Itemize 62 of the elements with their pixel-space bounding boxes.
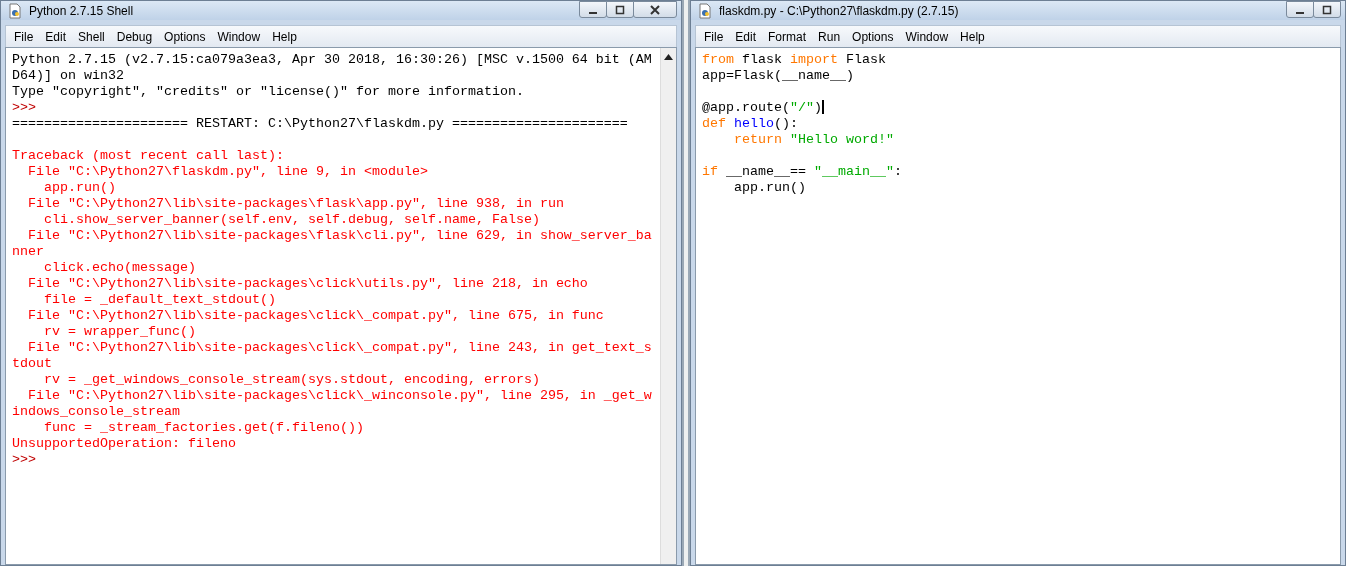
console-line: cli.show_server_banner(self.env, self.debug, self.name, False): [43, 212, 541, 228]
menu-item[interactable]: Edit: [729, 29, 763, 44]
close-icon: [650, 4, 660, 15]
code-line: return "Hello word!": [733, 132, 895, 148]
console-line: File "C:\Python27\lib\site-packages\flask\cli.py", line 629, in show_server_ba: [27, 228, 653, 244]
menu-item[interactable]: Shell: [72, 29, 111, 44]
console-line: file = _default_text_stdout(): [43, 292, 277, 308]
code-line: app=Flask(__name__): [702, 68, 855, 84]
window-title: flaskdm.py - C:\Python27\flaskdm.py (2.7.15): [719, 3, 959, 18]
menu-item[interactable]: Run: [812, 29, 847, 44]
menu-item[interactable]: Format: [762, 29, 813, 44]
python-file-icon: [697, 2, 713, 19]
maximize-icon: [615, 4, 625, 15]
console-line: click.echo(message): [43, 260, 197, 276]
console-line: tdout: [12, 356, 53, 372]
menu-item[interactable]: Edit: [39, 29, 73, 44]
menu-item[interactable]: Help: [266, 29, 303, 44]
console-line: File "C:\Python27\lib\site-packages\flask\app.py", line 938, in run: [27, 196, 565, 212]
console-line: File "C:\Python27\lib\site-packages\click\utils.py", line 218, in echo: [27, 276, 589, 292]
minimize-icon: [589, 11, 597, 14]
menu-item[interactable]: File: [698, 29, 730, 44]
console-line: func = _stream_factories.get(f.fileno()): [43, 420, 365, 436]
code-line: app.run(): [733, 180, 807, 196]
maximize-icon: [1322, 4, 1332, 15]
console-line: Traceback (most recent call last):: [12, 148, 285, 164]
minimize-icon: [1296, 11, 1304, 14]
python-file-icon: [7, 2, 23, 19]
console-line: ====================== RESTART: C:\Python27\flaskdm.py ======================: [12, 116, 629, 132]
maximize-button[interactable]: [606, 1, 634, 18]
console-line: rv = wrapper_func(): [43, 324, 197, 340]
minimize-button[interactable]: [1286, 1, 1314, 18]
menu-item[interactable]: Window: [211, 29, 267, 44]
window-title: Python 2.7.15 Shell: [29, 3, 134, 18]
menu-item[interactable]: File: [8, 29, 40, 44]
scrollbar[interactable]: [660, 48, 676, 564]
console-line: app.run(): [43, 180, 117, 196]
code-line: def hello():: [702, 116, 799, 132]
scroll-up-icon[interactable]: [664, 54, 673, 60]
menu-item[interactable]: Options: [846, 29, 900, 44]
shell-prompt: >>>: [12, 452, 37, 468]
code-line: if __name__== "__main__":: [702, 164, 903, 180]
maximize-button[interactable]: [1313, 1, 1341, 18]
menu-item[interactable]: Help: [954, 29, 991, 44]
menu-item[interactable]: Debug: [110, 29, 159, 44]
console-line: File "C:\Python27\flaskdm.py", line 9, in <module>: [27, 164, 429, 180]
console-line: File "C:\Python27\lib\site-packages\click\_compat.py", line 675, in func: [27, 308, 605, 324]
console-line: indows_console_stream: [12, 404, 181, 420]
console-line: UnsupportedOperation: fileno: [12, 436, 237, 452]
menu-item[interactable]: Options: [158, 29, 212, 44]
console-line: rv = _get_windows_console_stream(sys.stdout, encoding, errors): [43, 372, 541, 388]
code-line: from flask import Flask: [702, 52, 887, 68]
console-line: File "C:\Python27\lib\site-packages\click\_winconsole.py", line 295, in _get_w: [27, 388, 653, 404]
console-line: nner: [12, 244, 45, 260]
minimize-button[interactable]: [579, 1, 607, 18]
console-line: D64)] on win32: [12, 68, 125, 84]
code-line: @app.route("/"): [702, 100, 825, 116]
shell-prompt: >>>: [12, 100, 37, 116]
close-button[interactable]: [633, 1, 677, 18]
console-line: Python 2.7.15 (v2.7.15:ca079a3ea3, Apr 30 2018, 16:30:26) [MSC v.1500 64 bit (AM: [12, 52, 653, 68]
console-line: Type "copyright", "credits" or "license()" for more information.: [12, 84, 525, 100]
menu-item[interactable]: Window: [899, 29, 955, 44]
console-line: File "C:\Python27\lib\site-packages\click\_compat.py", line 243, in get_text_s: [27, 340, 653, 356]
